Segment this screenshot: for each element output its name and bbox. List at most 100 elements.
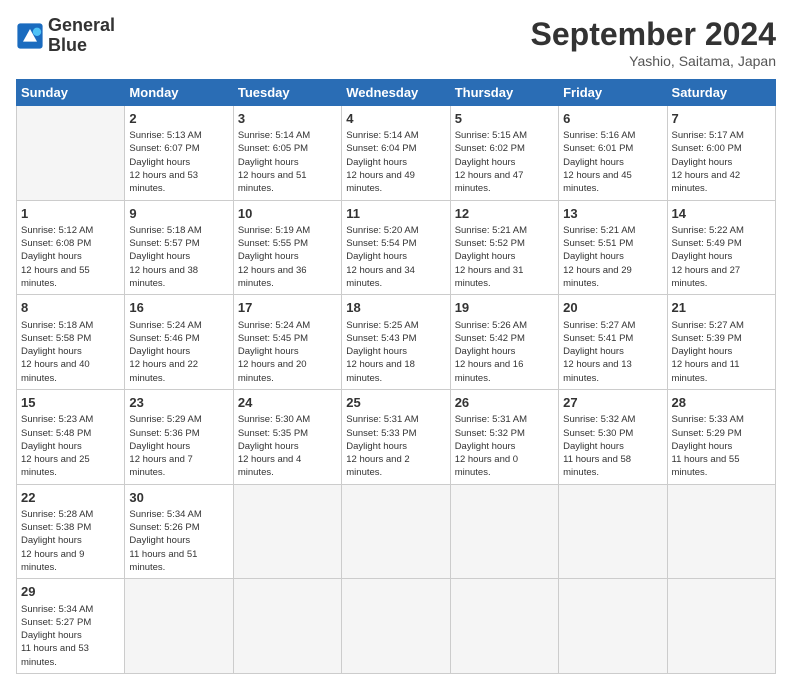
calendar-cell: 23 Sunrise: 5:29 AMSunset: 5:36 PMDayligh…: [125, 390, 233, 485]
calendar-cell: 13Sunrise: 5:21 AMSunset: 5:51 PMDayligh…: [559, 200, 667, 295]
calendar-cell: [125, 579, 233, 674]
location-subtitle: Yashio, Saitama, Japan: [531, 53, 776, 69]
day-info: Sunrise: 5:16 AMSunset: 6:01 PMDaylight …: [563, 130, 635, 194]
calendar-cell: 22 Sunrise: 5:28 AMSunset: 5:38 PMDayligh…: [17, 484, 125, 579]
day-number: 10: [238, 205, 337, 223]
day-number: 2: [129, 110, 228, 128]
calendar-table: SundayMondayTuesdayWednesdayThursdayFrid…: [16, 79, 776, 674]
day-info: Sunrise: 5:21 AMSunset: 5:51 PMDaylight …: [563, 225, 635, 289]
calendar-cell: 1Sunrise: 5:12 AMSunset: 6:08 PMDaylight…: [17, 200, 125, 295]
weekday-header: Friday: [559, 80, 667, 106]
day-info: Sunrise: 5:34 AMSunset: 5:26 PMDaylight …: [129, 509, 201, 573]
logo: General Blue: [16, 16, 115, 56]
calendar-cell: 19 Sunrise: 5:26 AMSunset: 5:42 PMDayligh…: [450, 295, 558, 390]
calendar-cell: 20 Sunrise: 5:27 AMSunset: 5:41 PMDayligh…: [559, 295, 667, 390]
day-number: 14: [672, 205, 771, 223]
calendar-cell: 14 Sunrise: 5:22 AMSunset: 5:49 PMDayligh…: [667, 200, 775, 295]
calendar-cell: [667, 579, 775, 674]
day-number: 26: [455, 394, 554, 412]
day-info: Sunrise: 5:24 AMSunset: 5:46 PMDaylight …: [129, 320, 201, 384]
day-number: 24: [238, 394, 337, 412]
day-number: 6: [563, 110, 662, 128]
calendar-cell: [559, 484, 667, 579]
calendar-cell: 2Sunrise: 5:13 AMSunset: 6:07 PMDaylight…: [125, 106, 233, 201]
weekday-header: Tuesday: [233, 80, 341, 106]
title-area: September 2024 Yashio, Saitama, Japan: [531, 16, 776, 69]
day-info: Sunrise: 5:26 AMSunset: 5:42 PMDaylight …: [455, 320, 527, 384]
day-number: 21: [672, 299, 771, 317]
weekday-header: Sunday: [17, 80, 125, 106]
calendar-cell: 25 Sunrise: 5:31 AMSunset: 5:33 PMDayligh…: [342, 390, 450, 485]
calendar-row: 1Sunrise: 5:12 AMSunset: 6:08 PMDaylight…: [17, 200, 776, 295]
calendar-cell: [450, 579, 558, 674]
day-info: Sunrise: 5:29 AMSunset: 5:36 PMDaylight …: [129, 414, 201, 478]
day-info: Sunrise: 5:34 AMSunset: 5:27 PMDaylight …: [21, 604, 93, 668]
day-number: 16: [129, 299, 228, 317]
day-info: Sunrise: 5:18 AMSunset: 5:57 PMDaylight …: [129, 225, 201, 289]
day-number: 30: [129, 489, 228, 507]
day-info: Sunrise: 5:17 AMSunset: 6:00 PMDaylight …: [672, 130, 744, 194]
calendar-cell: [17, 106, 125, 201]
day-info: Sunrise: 5:19 AMSunset: 5:55 PMDaylight …: [238, 225, 310, 289]
day-number: 5: [455, 110, 554, 128]
day-number: 22: [21, 489, 120, 507]
day-number: 23: [129, 394, 228, 412]
day-info: Sunrise: 5:20 AMSunset: 5:54 PMDaylight …: [346, 225, 418, 289]
day-info: Sunrise: 5:33 AMSunset: 5:29 PMDaylight …: [672, 414, 744, 478]
day-info: Sunrise: 5:18 AMSunset: 5:58 PMDaylight …: [21, 320, 93, 384]
day-info: Sunrise: 5:25 AMSunset: 5:43 PMDaylight …: [346, 320, 418, 384]
calendar-cell: 12Sunrise: 5:21 AMSunset: 5:52 PMDayligh…: [450, 200, 558, 295]
calendar-cell: [342, 484, 450, 579]
day-number: 20: [563, 299, 662, 317]
calendar-cell: [233, 579, 341, 674]
day-info: Sunrise: 5:27 AMSunset: 5:39 PMDaylight …: [672, 320, 744, 384]
calendar-cell: 9 Sunrise: 5:18 AMSunset: 5:57 PMDaylight…: [125, 200, 233, 295]
day-info: Sunrise: 5:30 AMSunset: 5:35 PMDaylight …: [238, 414, 310, 478]
day-number: 9: [129, 205, 228, 223]
header: General Blue September 2024 Yashio, Sait…: [16, 16, 776, 69]
calendar-row: 2Sunrise: 5:13 AMSunset: 6:07 PMDaylight…: [17, 106, 776, 201]
month-title: September 2024: [531, 16, 776, 53]
day-number: 8: [21, 299, 120, 317]
day-number: 25: [346, 394, 445, 412]
calendar-cell: 28 Sunrise: 5:33 AMSunset: 5:29 PMDayligh…: [667, 390, 775, 485]
day-info: Sunrise: 5:21 AMSunset: 5:52 PMDaylight …: [455, 225, 527, 289]
calendar-cell: [559, 579, 667, 674]
weekday-header: Saturday: [667, 80, 775, 106]
calendar-cell: 4Sunrise: 5:14 AMSunset: 6:04 PMDaylight…: [342, 106, 450, 201]
day-info: Sunrise: 5:31 AMSunset: 5:33 PMDaylight …: [346, 414, 418, 478]
day-info: Sunrise: 5:22 AMSunset: 5:49 PMDaylight …: [672, 225, 744, 289]
calendar-cell: 11 Sunrise: 5:20 AMSunset: 5:54 PMDayligh…: [342, 200, 450, 295]
calendar-cell: [667, 484, 775, 579]
day-number: 17: [238, 299, 337, 317]
calendar-row: 29 Sunrise: 5:34 AMSunset: 5:27 PMDayligh…: [17, 579, 776, 674]
day-number: 27: [563, 394, 662, 412]
day-number: 29: [21, 583, 120, 601]
calendar-cell: 3Sunrise: 5:14 AMSunset: 6:05 PMDaylight…: [233, 106, 341, 201]
day-info: Sunrise: 5:12 AMSunset: 6:08 PMDaylight …: [21, 225, 93, 289]
calendar-cell: 26 Sunrise: 5:31 AMSunset: 5:32 PMDayligh…: [450, 390, 558, 485]
day-number: 11: [346, 205, 445, 223]
day-number: 15: [21, 394, 120, 412]
weekday-header: Thursday: [450, 80, 558, 106]
calendar-cell: 21 Sunrise: 5:27 AMSunset: 5:39 PMDayligh…: [667, 295, 775, 390]
calendar-cell: 17Sunrise: 5:24 AMSunset: 5:45 PMDayligh…: [233, 295, 341, 390]
day-info: Sunrise: 5:28 AMSunset: 5:38 PMDaylight …: [21, 509, 93, 573]
day-number: 19: [455, 299, 554, 317]
day-number: 3: [238, 110, 337, 128]
calendar-cell: [342, 579, 450, 674]
calendar-cell: 16 Sunrise: 5:24 AMSunset: 5:46 PMDayligh…: [125, 295, 233, 390]
day-number: 7: [672, 110, 771, 128]
weekday-header: Monday: [125, 80, 233, 106]
weekday-header: Wednesday: [342, 80, 450, 106]
day-info: Sunrise: 5:23 AMSunset: 5:48 PMDaylight …: [21, 414, 93, 478]
day-number: 28: [672, 394, 771, 412]
day-info: Sunrise: 5:32 AMSunset: 5:30 PMDaylight …: [563, 414, 635, 478]
calendar-header-row: SundayMondayTuesdayWednesdayThursdayFrid…: [17, 80, 776, 106]
calendar-cell: 10 Sunrise: 5:19 AMSunset: 5:55 PMDayligh…: [233, 200, 341, 295]
day-info: Sunrise: 5:27 AMSunset: 5:41 PMDaylight …: [563, 320, 635, 384]
day-info: Sunrise: 5:31 AMSunset: 5:32 PMDaylight …: [455, 414, 527, 478]
logo-icon: [16, 22, 44, 50]
calendar-cell: 27 Sunrise: 5:32 AMSunset: 5:30 PMDayligh…: [559, 390, 667, 485]
day-info: Sunrise: 5:14 AMSunset: 6:04 PMDaylight …: [346, 130, 418, 194]
